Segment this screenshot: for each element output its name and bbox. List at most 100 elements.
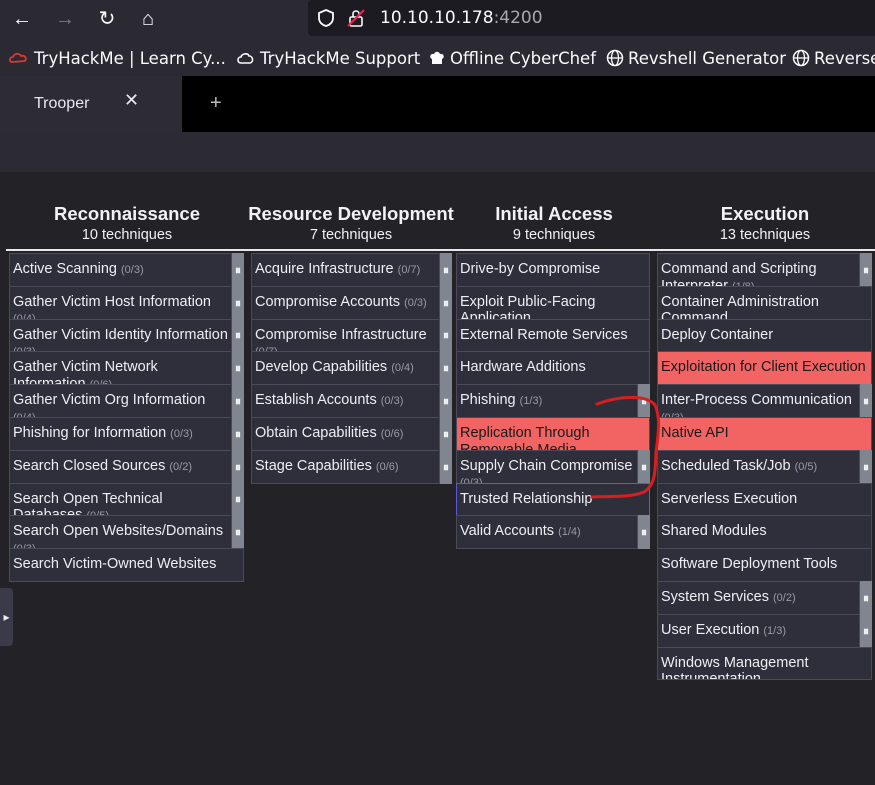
technique-label: Develop Capabilities [255, 359, 388, 376]
reload-icon[interactable]: ↻ [94, 6, 120, 32]
technique-label: Serverless Execution [661, 490, 798, 507]
technique-cell[interactable]: Gather Victim Network Information (0/6) [9, 351, 232, 386]
technique-cell[interactable]: Phishing (1/3) [456, 384, 638, 418]
bookmark-tryhackme[interactable]: TryHackMe | Learn Cy... [8, 47, 226, 69]
technique-cell[interactable]: Supply Chain Compromise (0/3) [456, 449, 638, 484]
technique-cell[interactable]: User Execution (1/3) [657, 613, 860, 648]
subtechnique-count: (0/3) [170, 428, 193, 440]
expand-subtechniques-handle[interactable]: ⏸ [440, 253, 452, 287]
technique-cell[interactable]: Valid Accounts (1/4) [456, 515, 638, 550]
technique-cell[interactable]: Scheduled Task/Job (0/5) [657, 449, 860, 484]
technique-cell[interactable]: Search Open Technical Databases (0/5) [9, 482, 232, 517]
expand-subtechniques-handle[interactable]: ⏸ [860, 581, 872, 615]
forward-arrow-icon[interactable]: → [52, 6, 78, 32]
technique-cell[interactable]: Compromise Accounts (0/3) [251, 285, 440, 320]
tactic-name[interactable]: Execution [655, 203, 875, 225]
tactic-name[interactable]: Reconnaissance [17, 203, 237, 225]
expand-subtechniques-handle[interactable]: ⏸ [232, 482, 244, 517]
technique-cell[interactable]: Gather Victim Host Information (0/4) [9, 285, 232, 320]
technique-cell[interactable]: Windows Management Instrumentation [657, 646, 872, 681]
expand-subtechniques-handle[interactable]: ⏸ [638, 449, 650, 484]
bookmark-reverse[interactable]: Reverse [792, 47, 875, 69]
expand-subtechniques-handle[interactable]: ⏸ [440, 417, 452, 451]
expand-subtechniques-handle[interactable]: ⏸ [232, 318, 244, 353]
pause-bars-icon: ⏸ [234, 525, 241, 540]
technique-cell[interactable]: Gather Victim Org Information (0/4) [9, 384, 232, 418]
close-icon[interactable]: ✕ [124, 90, 139, 111]
technique-label: Gather Victim Host Information [13, 293, 211, 310]
technique-cell[interactable]: Command and Scripting Interpreter (1/8) [657, 253, 860, 287]
technique-cell[interactable]: Active Scanning (0/3) [9, 253, 232, 287]
technique-label: Trusted Relationship [460, 490, 593, 507]
expand-subtechniques-handle[interactable]: ⏸ [860, 449, 872, 484]
technique-cell[interactable]: Develop Capabilities (0/4) [251, 351, 440, 386]
tab-trooper[interactable]: Trooper ✕ [0, 76, 182, 132]
expand-subtechniques-handle[interactable]: ⏸ [860, 613, 872, 648]
technique-cell[interactable]: Compromise Infrastructure (0/7) [251, 318, 440, 353]
technique-cell[interactable]: Container Administration Command [657, 285, 872, 320]
back-arrow-icon[interactable]: ← [9, 6, 35, 32]
technique-cell[interactable]: System Services (0/2) [657, 581, 860, 615]
bookmark-offline-cyberchef[interactable]: Offline CyberChef [428, 47, 596, 69]
address-bar[interactable]: 10.10.10.178:4200 [308, 0, 875, 36]
expand-subtechniques-handle[interactable]: ⏸ [638, 515, 650, 550]
side-drawer-handle[interactable]: ▸ [0, 588, 13, 646]
bookmark-tryhackme-support[interactable]: TryHackMe Support [236, 47, 420, 69]
expand-subtechniques-handle[interactable]: ⏸ [232, 285, 244, 320]
technique-cell[interactable]: Exploit Public-Facing Application [456, 285, 650, 320]
home-icon[interactable]: ⌂ [135, 6, 161, 32]
technique-cell[interactable]: Acquire Infrastructure (0/7) [251, 253, 440, 287]
new-tab-plus-icon[interactable]: + [210, 92, 222, 115]
technique-cell[interactable]: Drive-by Compromise [456, 253, 650, 287]
technique-cell[interactable]: Search Victim-Owned Websites [9, 548, 244, 582]
technique-label: Establish Accounts [255, 392, 377, 409]
technique-cell[interactable]: Gather Victim Identity Information (0/3) [9, 318, 232, 353]
expand-subtechniques-handle[interactable]: ⏸ [860, 253, 872, 287]
expand-subtechniques-handle[interactable]: ⏸ [860, 384, 872, 418]
technique-cell[interactable]: Deploy Container [657, 318, 872, 353]
technique-cell[interactable]: Stage Capabilities (0/6) [251, 449, 440, 484]
technique-cell[interactable]: Establish Accounts (0/3) [251, 384, 440, 418]
tactic-header-1: Resource Development 7 techniques [241, 203, 461, 243]
technique-cell[interactable]: Trusted Relationship [456, 482, 650, 517]
tactic-name[interactable]: Initial Access [444, 203, 664, 225]
expand-subtechniques-handle[interactable]: ⏸ [232, 449, 244, 484]
technique-label: Obtain Capabilities [255, 425, 377, 441]
tactic-divider [6, 249, 875, 251]
expand-subtechniques-handle[interactable]: ⏸ [232, 515, 244, 550]
expand-subtechniques-handle[interactable]: ⏸ [232, 417, 244, 451]
expand-subtechniques-handle[interactable]: ⏸ [232, 253, 244, 287]
expand-subtechniques-handle[interactable]: ⏸ [440, 449, 452, 484]
expand-subtechniques-handle[interactable]: ⏸ [638, 384, 650, 418]
pause-bars-icon: ⏸ [862, 590, 869, 605]
technique-cell[interactable]: Shared Modules [657, 515, 872, 550]
pause-bars-icon: ⏸ [234, 262, 241, 277]
technique-cell[interactable]: External Remote Services [456, 318, 650, 353]
technique-cell[interactable]: Replication Through Removable Media [456, 417, 650, 451]
expand-subtechniques-handle[interactable]: ⏸ [232, 351, 244, 386]
technique-cell[interactable]: Exploitation for Client Execution [657, 351, 872, 386]
insecure-lock-icon[interactable] [346, 8, 366, 28]
technique-label: Valid Accounts [460, 523, 555, 540]
technique-cell[interactable]: Inter-Process Communication (0/3) [657, 384, 860, 418]
technique-cell[interactable]: Serverless Execution [657, 482, 872, 517]
technique-cell[interactable]: Search Open Websites/Domains (0/3) [9, 515, 232, 550]
technique-cell[interactable]: Search Closed Sources (0/2) [9, 449, 232, 484]
tactic-name[interactable]: Resource Development [241, 203, 461, 225]
expand-subtechniques-handle[interactable]: ⏸ [440, 384, 452, 418]
expand-subtechniques-handle[interactable]: ⏸ [440, 285, 452, 320]
expand-subtechniques-handle[interactable]: ⏸ [232, 384, 244, 418]
bookmark-revshell-generator[interactable]: Revshell Generator [606, 47, 786, 69]
shield-icon[interactable] [316, 8, 336, 28]
technique-cell[interactable]: Native API [657, 417, 872, 451]
technique-label: Search Open Websites/Domains [13, 523, 224, 540]
technique-label: Deploy Container [661, 326, 774, 343]
technique-cell[interactable]: Obtain Capabilities (0/6) [251, 417, 440, 451]
expand-subtechniques-handle[interactable]: ⏸ [440, 318, 452, 353]
technique-cell[interactable]: Hardware Additions [456, 351, 650, 386]
technique-label: Replication Through Removable Media [460, 425, 590, 451]
technique-cell[interactable]: Software Deployment Tools [657, 548, 872, 582]
bookmarks-bar: TryHackMe | Learn Cy... TryHackMe Suppor… [0, 38, 875, 76]
expand-subtechniques-handle[interactable]: ⏸ [440, 351, 452, 386]
technique-cell[interactable]: Phishing for Information (0/3) [9, 417, 232, 451]
